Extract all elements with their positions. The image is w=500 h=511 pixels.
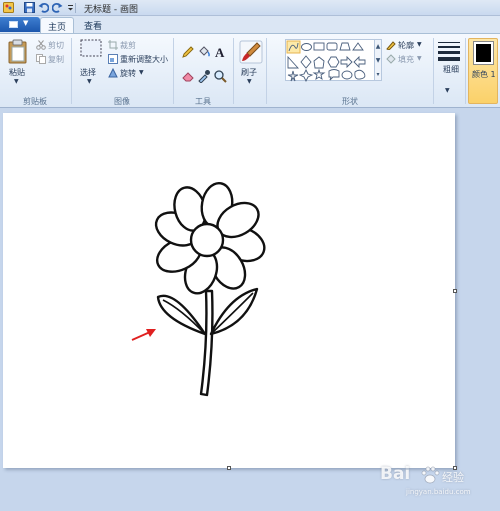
chevron-up-icon[interactable]: ▲ xyxy=(375,40,381,54)
brushes-label[interactable]: 刷子 xyxy=(241,67,257,78)
watermark-url: jingyan.baidu.com xyxy=(406,488,471,496)
copy-label[interactable]: 复制 xyxy=(48,54,64,65)
outline-icon[interactable] xyxy=(386,40,396,50)
rotate-label[interactable]: 旋转 xyxy=(120,68,136,79)
title-separator xyxy=(75,3,76,13)
ribbon: 粘贴 ▼ 剪切 复制 剪贴板 选择 ▼ 裁剪 重新调整大小 旋转 ▼ 图像 A xyxy=(0,33,500,108)
clipboard-group-label: 剪贴板 xyxy=(23,97,47,106)
tab-view[interactable]: 查看 xyxy=(76,17,110,33)
ribbon-tab-bar: ▼ 主页 查看 xyxy=(0,16,500,33)
document-icon xyxy=(9,21,18,28)
brush-icon[interactable] xyxy=(239,40,263,64)
group-divider xyxy=(465,38,466,104)
paste-label[interactable]: 粘贴 xyxy=(9,67,25,78)
resize-handle-bottom[interactable] xyxy=(227,466,231,470)
group-divider xyxy=(71,38,72,104)
undo-icon[interactable] xyxy=(38,2,49,13)
cut-label[interactable]: 剪切 xyxy=(48,40,64,51)
select-icon[interactable] xyxy=(80,39,102,57)
svg-text:A: A xyxy=(215,45,225,59)
chevron-down-icon: ▼ xyxy=(23,19,29,27)
chevron-down-icon[interactable]: ▼ xyxy=(375,54,381,68)
flower-drawing xyxy=(131,181,266,397)
outline-dropdown-icon[interactable]: ▼ xyxy=(417,41,422,48)
outline-label[interactable]: 轮廓 xyxy=(398,40,414,51)
size-dropdown-icon[interactable]: ▼ xyxy=(445,87,450,94)
group-divider xyxy=(433,38,434,104)
fill-tool[interactable] xyxy=(196,44,210,58)
redo-icon[interactable] xyxy=(52,2,63,13)
line-size-icon[interactable] xyxy=(438,41,460,61)
tab-home[interactable]: 主页 xyxy=(40,17,74,33)
work-area xyxy=(0,108,500,511)
copy-icon[interactable] xyxy=(36,54,46,64)
paste-icon[interactable] xyxy=(7,39,29,65)
size-label[interactable]: 粗细 xyxy=(443,64,459,75)
shapes-group-label: 形状 xyxy=(342,97,358,106)
cut-icon[interactable] xyxy=(36,40,46,50)
resize-label[interactable]: 重新调整大小 xyxy=(120,54,168,65)
fill-icon[interactable] xyxy=(386,54,396,64)
paint-app-icon[interactable] xyxy=(3,2,14,13)
group-divider xyxy=(233,38,234,104)
title-bar: 无标题 - 画图 xyxy=(0,0,500,16)
shapes-gallery xyxy=(285,39,375,83)
shapes-gallery-scroll[interactable]: ▲ ▼ ▾ xyxy=(374,39,382,81)
file-menu-button[interactable]: ▼ xyxy=(0,17,40,32)
crop-label[interactable]: 裁剪 xyxy=(120,40,136,51)
pencil-icon xyxy=(182,46,194,58)
annotation-arrow xyxy=(131,329,156,341)
eraser-tool[interactable] xyxy=(180,68,194,82)
eyedropper-icon xyxy=(198,70,210,84)
group-divider xyxy=(173,38,174,104)
watermark-brand: Bai xyxy=(380,464,411,484)
color-picker-tool[interactable] xyxy=(196,68,210,84)
watermark-suffix: 经验 xyxy=(442,471,464,484)
color1-label: 颜色 1 xyxy=(472,70,496,79)
rotate-dropdown-icon[interactable]: ▼ xyxy=(139,69,144,76)
image-group-label: 图像 xyxy=(114,97,130,106)
brushes-dropdown-icon[interactable]: ▼ xyxy=(247,78,252,85)
color1-button[interactable]: 颜色 1 xyxy=(468,38,498,104)
select-dropdown-icon[interactable]: ▼ xyxy=(87,78,92,85)
resize-handle-right[interactable] xyxy=(453,289,457,293)
rotate-icon[interactable] xyxy=(108,68,118,78)
fill-dropdown-icon[interactable]: ▼ xyxy=(417,55,422,62)
tools-group-label: 工具 xyxy=(195,97,211,106)
pencil-tool[interactable] xyxy=(180,44,194,58)
magnifier-tool[interactable] xyxy=(212,68,227,83)
text-a-icon: A xyxy=(215,45,225,60)
eraser-icon xyxy=(182,72,194,82)
fill-bucket-icon xyxy=(199,46,210,57)
paw-icon xyxy=(421,466,440,484)
paste-dropdown-icon[interactable]: ▼ xyxy=(14,78,19,85)
drawing-canvas[interactable] xyxy=(3,113,455,468)
window-title: 无标题 - 画图 xyxy=(84,5,138,15)
baidu-watermark: Bai 经验 jingyan.baidu.com xyxy=(380,462,498,506)
fill-label[interactable]: 填充 xyxy=(398,54,414,65)
crop-icon[interactable] xyxy=(108,40,118,50)
color1-swatch xyxy=(473,41,494,65)
select-label[interactable]: 选择 xyxy=(80,67,96,78)
resize-icon[interactable] xyxy=(108,54,118,64)
save-icon[interactable] xyxy=(24,2,35,13)
shapes-gallery-icons xyxy=(286,40,366,83)
text-tool[interactable]: A xyxy=(212,44,226,60)
gallery-expand-icon[interactable]: ▾ xyxy=(375,68,381,82)
group-divider xyxy=(266,38,267,104)
magnifier-icon xyxy=(214,70,227,83)
